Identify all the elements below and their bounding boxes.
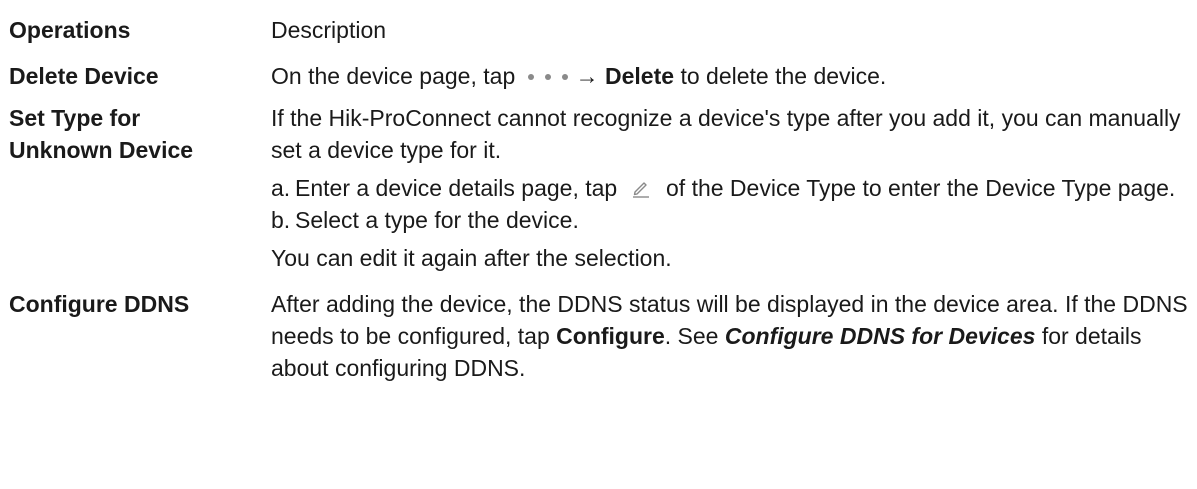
desc-text-after: to delete the device. [680,63,887,89]
operation-set-type-line1: Set Type for [9,105,141,131]
table-row-configure-ddns: Configure DDNS After adding the device, … [9,288,1189,384]
set-type-note: You can edit it again after the selectio… [271,245,672,271]
set-type-steps: a. Enter a device details page, tap of t… [271,172,1189,236]
operation-delete-device: Delete Device [9,63,159,89]
operation-configure-ddns: Configure DDNS [9,291,190,317]
table-row-delete-device: Delete Device On the device page, tap → … [9,60,1189,92]
pencil-edit-icon [632,182,649,198]
step-text-before: Enter a device details page, tap [295,175,618,201]
configure-label: Configure [556,323,665,349]
delete-label: Delete [605,63,675,89]
table-row-set-type: Set Type for Unknown Device If the Hik-P… [9,102,1189,274]
list-item: b. Select a type for the device. [271,204,1189,236]
header-operations: Operations [9,17,131,43]
description-configure-ddns: After adding the device, the DDNS status… [271,288,1189,384]
more-dots-icon [527,73,568,80]
arrow-right-icon: → [575,63,599,89]
header-description: Description [271,17,387,43]
ddns-text-2: . See [664,323,719,349]
configure-ddns-reference-link[interactable]: Configure DDNS for Devices [725,323,1036,349]
description-delete-device: On the device page, tap → Delete to dele… [271,60,1189,92]
step-text: Select a type for the device. [295,207,579,233]
table-header-row: Operations Description [9,14,1189,46]
operation-set-type: Set Type for Unknown Device [9,102,271,166]
operations-table: Operations Description Delete Device On … [9,14,1189,384]
step-text: Enter a device details page, tap of the … [295,172,1189,204]
list-item: a. Enter a device details page, tap of t… [271,172,1189,204]
description-set-type: If the Hik-ProConnect cannot recognize a… [271,102,1189,274]
set-type-intro: If the Hik-ProConnect cannot recognize a… [271,105,1181,163]
step-text-after: of the Device Type to enter the Device T… [666,175,1176,201]
step-letter: a. [271,175,291,201]
step-letter: b. [271,207,291,233]
operation-set-type-line2: Unknown Device [9,137,194,163]
desc-text: On the device page, tap [271,63,516,89]
